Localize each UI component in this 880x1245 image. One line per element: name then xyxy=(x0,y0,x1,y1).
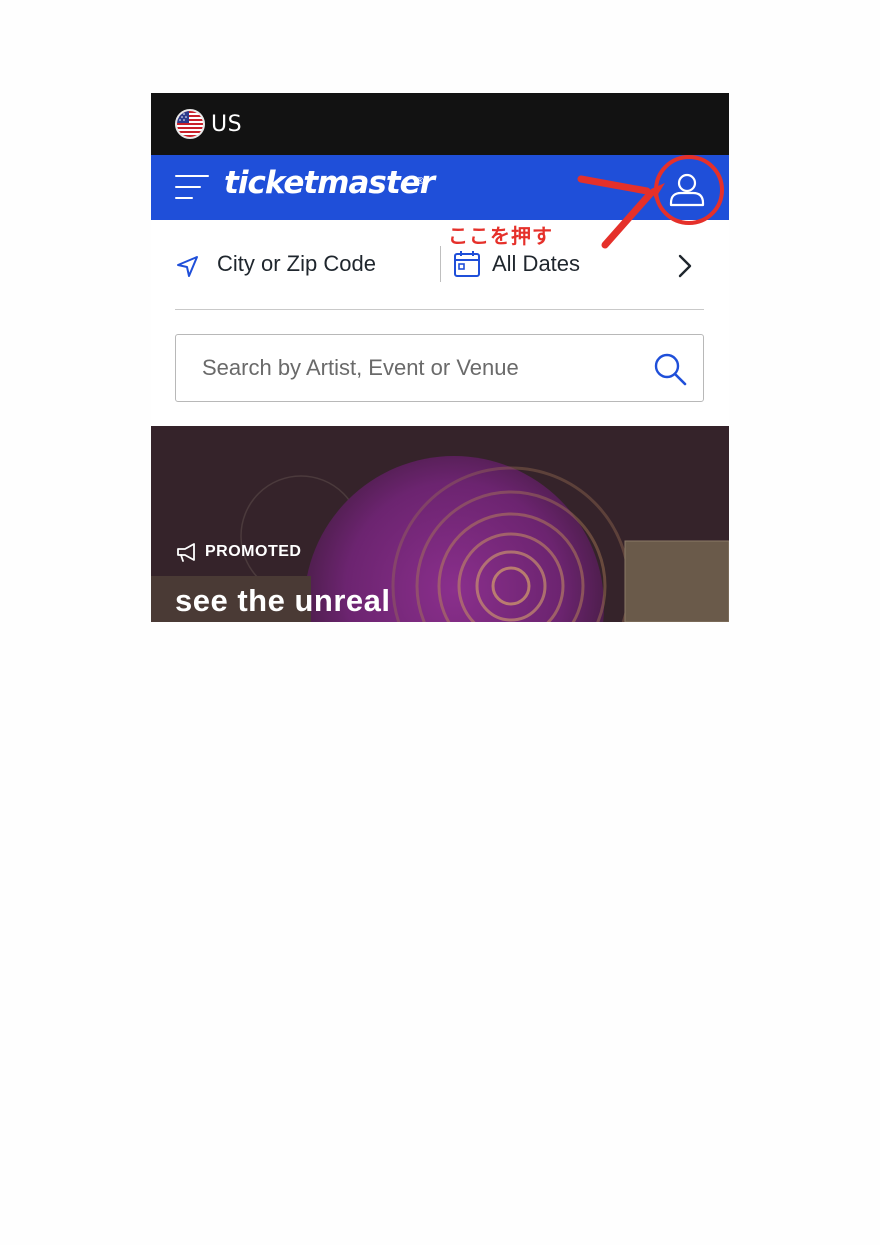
annotation-arrow-icon xyxy=(577,175,665,249)
region-bar: US xyxy=(151,93,729,155)
megaphone-icon xyxy=(177,543,195,562)
filter-separator xyxy=(175,309,704,310)
chevron-right-icon[interactable] xyxy=(675,253,695,279)
calendar-icon[interactable] xyxy=(453,249,481,279)
location-arrow-icon[interactable] xyxy=(175,254,201,280)
location-filter[interactable]: City or Zip Code xyxy=(217,251,376,277)
filter-row: City or Zip Code All Dates xyxy=(175,243,704,305)
us-flag-icon[interactable] xyxy=(175,109,205,139)
promo-label: PROMOTED xyxy=(205,543,302,560)
promo-title[interactable]: see the unreal xyxy=(175,583,390,619)
search-box xyxy=(175,334,704,402)
brand-registered-mark: ® xyxy=(415,176,425,187)
search-icon[interactable] xyxy=(652,351,688,387)
hamburger-menu-icon[interactable] xyxy=(175,175,211,201)
promo-banner[interactable]: PROMOTED see the unreal xyxy=(151,426,729,622)
brand-logo[interactable]: ticketmaster xyxy=(224,165,435,201)
app-screen: US ticketmaster ® ここを押す City or Zip Code xyxy=(151,93,729,622)
region-label[interactable]: US xyxy=(211,112,242,137)
promo-badge: PROMOTED xyxy=(175,541,301,563)
search-input[interactable] xyxy=(177,336,637,400)
filter-divider xyxy=(440,246,441,282)
dates-filter[interactable]: All Dates xyxy=(492,251,580,277)
